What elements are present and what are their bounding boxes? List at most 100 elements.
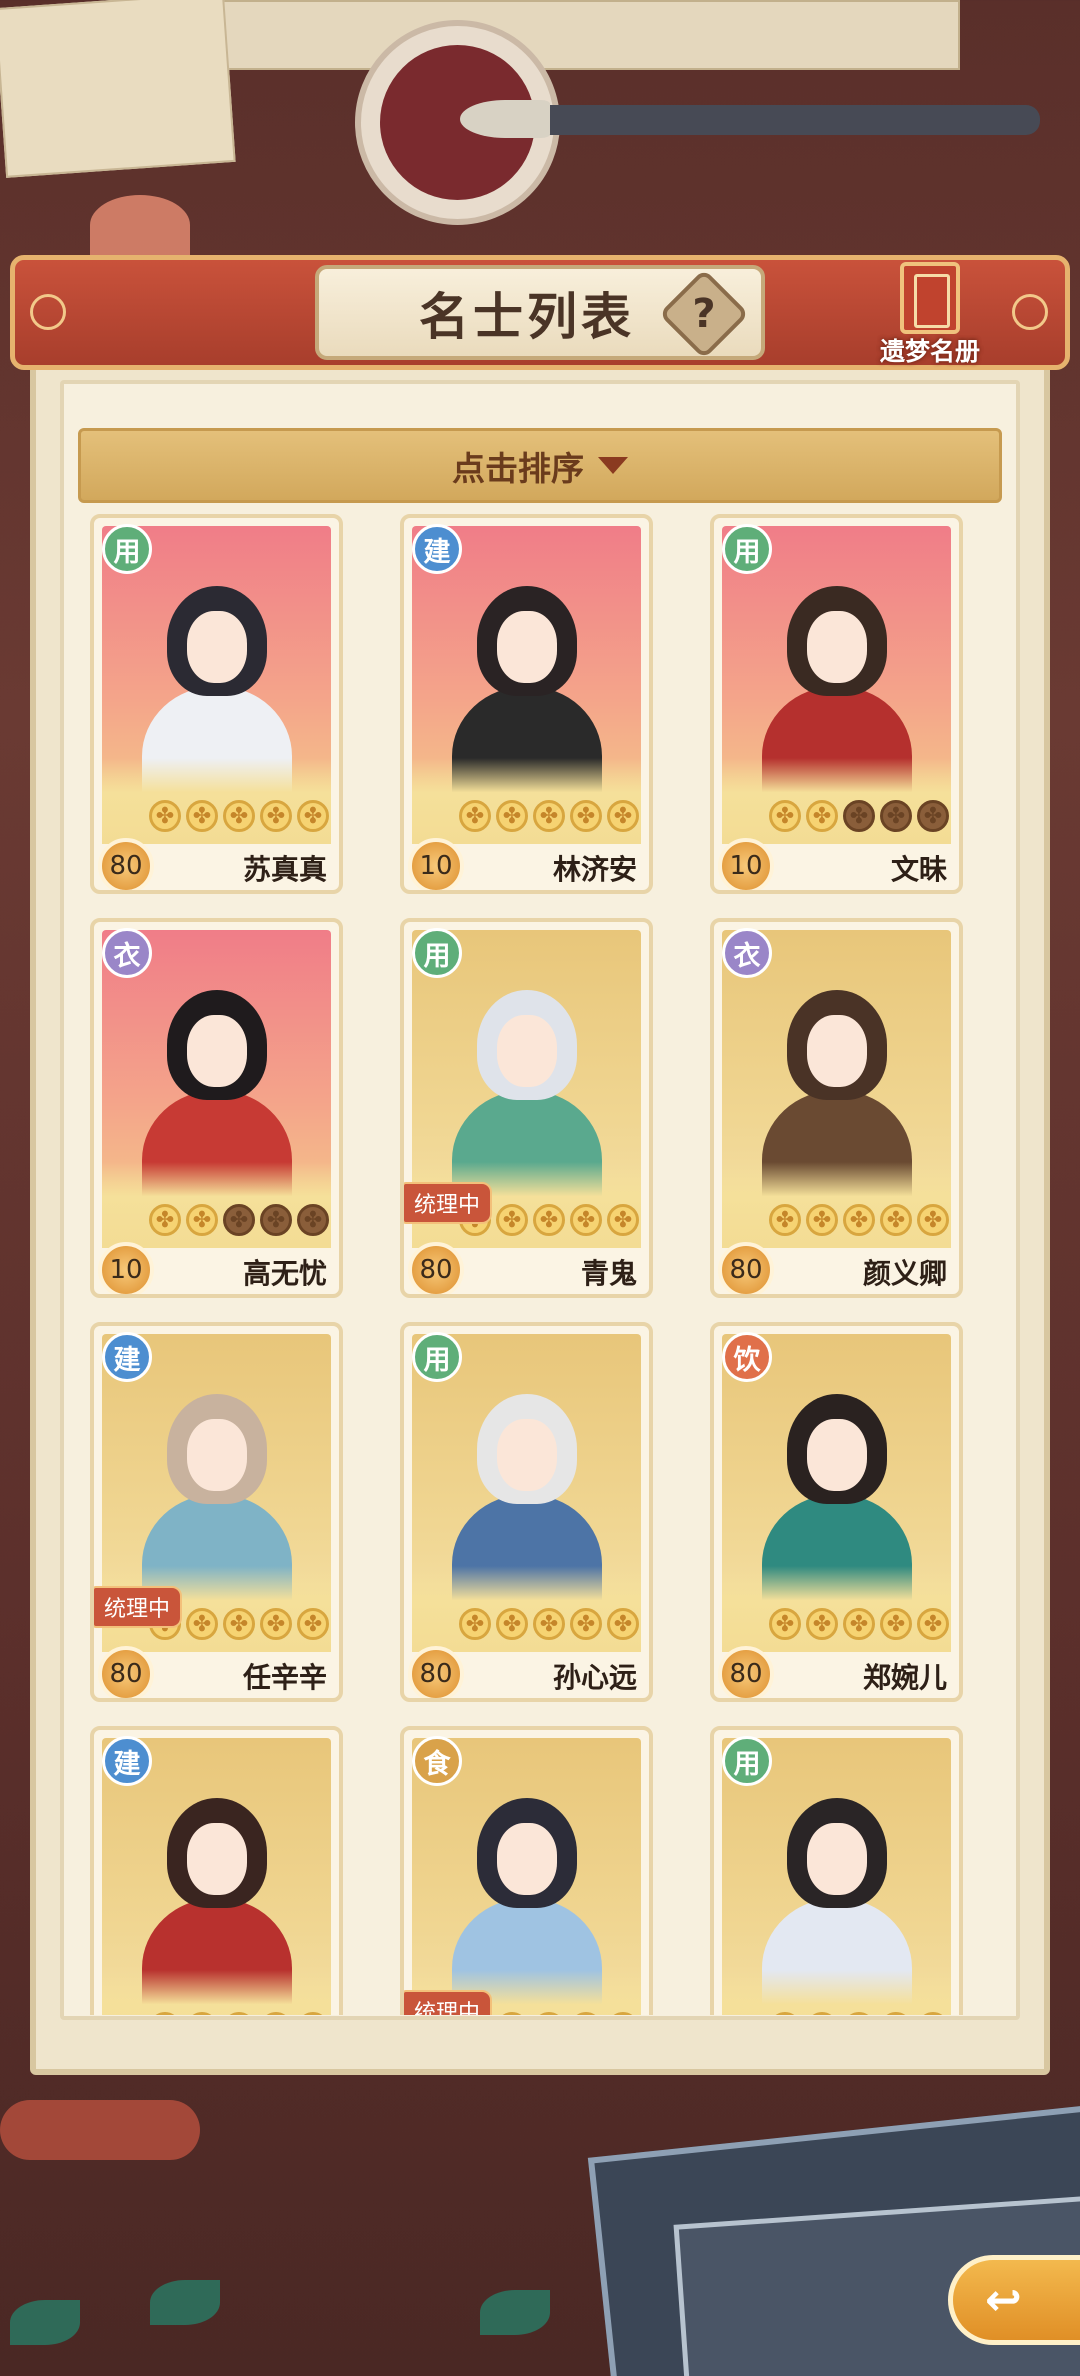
- character-card[interactable]: ✤ ✤ ✤ ✤ ✤ 用 10 文昧: [710, 514, 963, 894]
- star-filled-icon: ✤: [570, 1204, 602, 1236]
- level-badge: 10: [718, 838, 774, 890]
- star-filled-icon: ✤: [533, 2012, 565, 2015]
- star-empty-icon: ✤: [880, 800, 912, 832]
- character-card[interactable]: ✤ ✤ ✤ ✤ ✤ 饮 80 郑婉儿: [710, 1322, 963, 1702]
- figure-face: [187, 1419, 247, 1491]
- role-badge: 衣: [722, 928, 772, 978]
- star-filled-icon: ✤: [149, 800, 181, 832]
- character-card[interactable]: ✤✤✤✤✤建统理中80任辛辛: [90, 1322, 343, 1702]
- level-badge: 80: [98, 1646, 154, 1698]
- star-rating: ✤✤✤✤✤: [149, 800, 329, 832]
- star-filled-icon: ✤: [149, 2012, 181, 2015]
- star-filled-icon: ✤: [260, 2012, 292, 2015]
- star-filled-icon: ✤: [186, 800, 218, 832]
- star-rating: ✤ ✤ ✤ ✤ ✤: [769, 2012, 949, 2015]
- star-empty-icon: ✤: [917, 800, 949, 832]
- figure-face: [187, 1015, 247, 1087]
- star-filled-icon: ✤: [223, 1608, 255, 1640]
- star-filled-icon: ✤: [843, 2012, 875, 2015]
- level-badge: 10: [408, 838, 464, 890]
- star-filled-icon: ✤: [880, 2012, 912, 2015]
- figure-face: [807, 1823, 867, 1895]
- star-filled-icon: ✤: [607, 1204, 639, 1236]
- star-filled-icon: ✤: [297, 2012, 329, 2015]
- figure-face: [187, 611, 247, 683]
- star-filled-icon: ✤: [496, 800, 528, 832]
- star-filled-icon: ✤: [880, 1204, 912, 1236]
- character-card[interactable]: ✤ ✤ ✤ ✤ ✤ 用: [710, 1726, 963, 2015]
- character-card[interactable]: ✤ ✤ ✤ ✤ ✤ 建 10 林济安: [400, 514, 653, 894]
- book-icon: [900, 262, 960, 334]
- star-filled-icon: ✤: [149, 1204, 181, 1236]
- star-filled-icon: ✤: [607, 2012, 639, 2015]
- star-filled-icon: ✤: [880, 1608, 912, 1640]
- managing-badge: 统理中: [404, 1990, 493, 2015]
- role-badge: 用: [412, 1332, 462, 1382]
- character-name: 孙心远: [552, 1661, 637, 1694]
- star-empty-icon: ✤: [843, 800, 875, 832]
- star-filled-icon: ✤: [917, 1204, 949, 1236]
- level-badge: 80: [98, 838, 154, 890]
- star-filled-icon: ✤: [570, 800, 602, 832]
- star-filled-icon: ✤: [607, 1608, 639, 1640]
- star-rating: ✤✤✤✤✤: [149, 2012, 329, 2015]
- star-filled-icon: ✤: [297, 1608, 329, 1640]
- page-title: 名士列表: [419, 287, 635, 346]
- brush-decoration: [520, 105, 1040, 135]
- role-badge: 用: [722, 524, 772, 574]
- figure-face: [497, 1015, 557, 1087]
- managing-badge: 统理中: [94, 1586, 183, 1628]
- star-filled-icon: ✤: [843, 1608, 875, 1640]
- character-card[interactable]: ✤✤✤✤✤用统理中80青鬼: [400, 918, 653, 1298]
- star-rating: ✤✤✤✤✤: [459, 1608, 639, 1640]
- star-filled-icon: ✤: [917, 2012, 949, 2015]
- figure-face: [497, 611, 557, 683]
- character-name: 任辛辛: [242, 1661, 327, 1694]
- star-filled-icon: ✤: [459, 800, 491, 832]
- star-filled-icon: ✤: [917, 1608, 949, 1640]
- character-card[interactable]: ✤✤✤✤✤食统理中: [400, 1726, 653, 2015]
- help-icon[interactable]: ?: [672, 282, 736, 346]
- star-filled-icon: ✤: [533, 1608, 565, 1640]
- level-badge: 80: [718, 1646, 774, 1698]
- dream-roster-label: 遗梦名册: [879, 337, 980, 366]
- star-empty-icon: ✤: [260, 1204, 292, 1236]
- sort-button[interactable]: 点击排序: [78, 428, 1002, 503]
- star-filled-icon: ✤: [186, 1204, 218, 1236]
- brush-tip-decoration: [460, 100, 550, 138]
- character-name: 苏真真: [242, 853, 327, 886]
- sort-label: 点击排序: [452, 448, 584, 488]
- character-card[interactable]: ✤ ✤ ✤ ✤ ✤ 衣 80 颜义卿: [710, 918, 963, 1298]
- figure-face: [497, 1419, 557, 1491]
- star-rating: ✤✤✤✤✤: [459, 800, 639, 832]
- star-rating: ✤✤✤✤✤: [769, 800, 949, 832]
- star-filled-icon: ✤: [769, 800, 801, 832]
- star-filled-icon: ✤: [843, 1204, 875, 1236]
- desk-paper-decoration: [200, 0, 960, 70]
- dream-roster-button[interactable]: 遗梦名册: [870, 262, 990, 372]
- star-filled-icon: ✤: [186, 2012, 218, 2015]
- star-filled-icon: ✤: [806, 2012, 838, 2015]
- star-rating: ✤✤✤✤✤: [149, 1204, 329, 1236]
- star-filled-icon: ✤: [496, 1204, 528, 1236]
- star-filled-icon: ✤: [769, 2012, 801, 2015]
- stars-band: [102, 1970, 331, 2015]
- star-filled-icon: ✤: [186, 1608, 218, 1640]
- level-badge: 10: [98, 1242, 154, 1294]
- star-rating: ✤✤✤✤✤: [769, 1608, 949, 1640]
- back-button[interactable]: ↩: [948, 2255, 1080, 2345]
- flower-decoration: [90, 195, 190, 255]
- role-badge: 衣: [102, 928, 152, 978]
- character-card[interactable]: ✤ ✤ ✤ ✤ ✤ 建: [90, 1726, 343, 2015]
- star-empty-icon: ✤: [223, 1204, 255, 1236]
- figure-face: [807, 1419, 867, 1491]
- star-filled-icon: ✤: [806, 800, 838, 832]
- star-filled-icon: ✤: [570, 1608, 602, 1640]
- character-card[interactable]: ✤ ✤ ✤ ✤ ✤ 用 80 孙心远: [400, 1322, 653, 1702]
- character-grid: ✤ ✤ ✤ ✤ ✤ 用 80 苏真真 ✤ ✤ ✤ ✤ ✤ 建 10 林济安 ✤ ✤ ✤ ✤ ✤ 用 10 文昧 ✤ ✤ ✤ ✤ ✤ 衣 10…: [78, 510, 1002, 2015]
- star-filled-icon: ✤: [769, 1204, 801, 1236]
- character-card[interactable]: ✤ ✤ ✤ ✤ ✤ 用 80 苏真真: [90, 514, 343, 894]
- desk-paper-decoration: [0, 0, 236, 178]
- star-filled-icon: ✤: [806, 1204, 838, 1236]
- character-card[interactable]: ✤ ✤ ✤ ✤ ✤ 衣 10 高无忧: [90, 918, 343, 1298]
